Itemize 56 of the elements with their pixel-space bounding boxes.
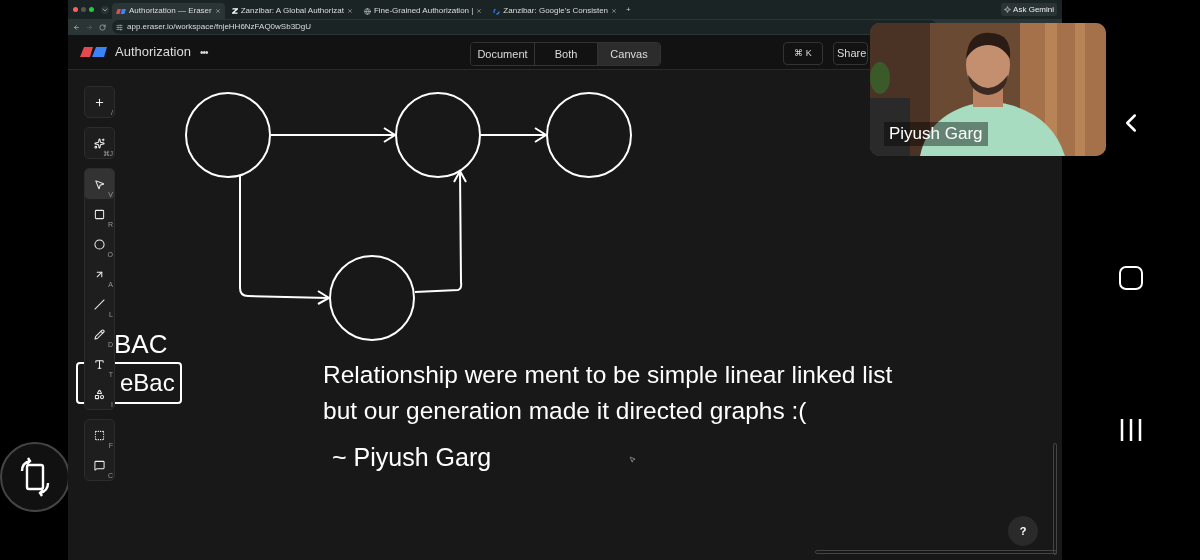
- globe-icon: [363, 7, 371, 15]
- help-button[interactable]: ?: [1008, 516, 1038, 546]
- view-mode-tab[interactable]: Canvas: [597, 43, 660, 65]
- sparkles-icon: [94, 137, 105, 149]
- share-button[interactable]: Share: [833, 42, 868, 65]
- more-button[interactable]: •••: [199, 44, 208, 60]
- tab-title: Zanzibar: Google's Consisten: [503, 6, 609, 16]
- command-button[interactable]: ⌘ K: [783, 42, 823, 65]
- cursor-icon: [629, 456, 636, 463]
- close-icon[interactable]: [476, 8, 483, 14]
- document-title: Authorization: [115, 43, 191, 62]
- close-icon[interactable]: [346, 8, 353, 14]
- sparkle-icon: [1004, 6, 1012, 13]
- ask-gemini-button[interactable]: Ask Gemini: [1001, 3, 1057, 16]
- reload-icon[interactable]: [99, 23, 106, 31]
- minimize-window-icon[interactable]: [81, 7, 86, 12]
- tab-title: Authorization — Eraser: [129, 6, 212, 16]
- site-settings-icon[interactable]: [116, 23, 123, 31]
- address-bar[interactable]: app.eraser.io/workspace/fnjeHH6NzFAQ0wSb3DgU: [112, 20, 937, 34]
- shapes-icon: [94, 388, 105, 400]
- browser-tab[interactable]: Authorization — Eraser: [112, 3, 225, 19]
- google-logo-icon: [493, 7, 501, 15]
- z-logo-icon: [231, 8, 238, 14]
- browser-tab[interactable]: Zanzibar: Google's Consisten: [489, 3, 622, 19]
- recent-apps-icon[interactable]: [1119, 418, 1143, 442]
- line-icon: [94, 298, 105, 310]
- close-icon[interactable]: [214, 8, 221, 14]
- close-window-icon[interactable]: [73, 7, 78, 12]
- circle-icon: [94, 238, 105, 250]
- home-button[interactable]: [1119, 266, 1143, 290]
- signature-text: ~ Piyush Garg: [332, 442, 492, 472]
- quote-text: but our generation made it directed graphs :(: [323, 396, 808, 426]
- scrollbar[interactable]: [815, 550, 1057, 554]
- square-icon: [94, 208, 105, 220]
- quote-text: Relationship were ment to be simple linear linked list: [323, 360, 893, 390]
- frame-icon: [94, 429, 105, 441]
- logo-icon: [116, 8, 126, 14]
- url-text: app.eraser.io/workspace/fnjeHH6NzFAQ0wSb3DgU: [127, 22, 312, 32]
- text-icon: [94, 358, 105, 370]
- rotate-icon: [18, 457, 52, 497]
- pencil-icon: [94, 328, 105, 340]
- tab-list-icon[interactable]: [101, 5, 109, 14]
- browser-tab[interactable]: Zanzibar: A Global Authorizat: [227, 3, 357, 19]
- zoom-window-icon[interactable]: [89, 7, 94, 12]
- scrollbar[interactable]: [1053, 443, 1057, 555]
- plus-icon: [94, 96, 105, 108]
- new-tab-button[interactable]: +: [626, 3, 631, 16]
- pointer-icon: [94, 178, 105, 190]
- browser-tab[interactable]: Fine-Grained Authorization |: [359, 3, 487, 19]
- participant-name: Piyush Garg: [884, 122, 988, 146]
- tab-title: Zanzibar: A Global Authorizat: [240, 6, 344, 16]
- logo-icon: [80, 47, 107, 57]
- close-icon[interactable]: [611, 8, 618, 14]
- handwritten-label: BAC: [114, 329, 168, 359]
- comment-icon: [94, 459, 105, 471]
- tab-title: Fine-Grained Authorization |: [373, 6, 474, 16]
